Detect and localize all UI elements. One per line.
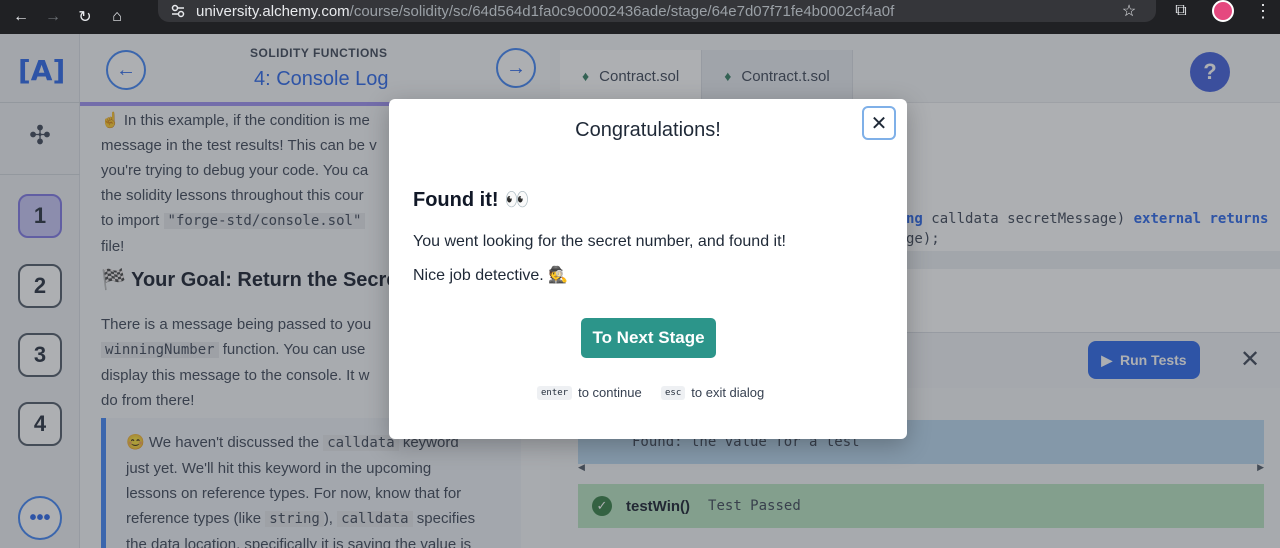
reload-icon[interactable]: ↻ — [74, 6, 96, 28]
forward-arrow-icon[interactable]: → — [42, 6, 64, 28]
back-arrow-icon[interactable]: ← — [10, 6, 32, 28]
dialog-title: Congratulations! — [575, 119, 721, 141]
hint-text: to exit dialog — [691, 385, 765, 400]
close-dialog-button[interactable]: ✕ — [862, 106, 896, 140]
esc-key: esc — [661, 385, 686, 400]
eyes-emoji: 👀 — [504, 187, 530, 211]
dialog-message-text: Nice job detective. — [413, 267, 544, 284]
url-host: university.alchemy.com — [196, 2, 350, 20]
home-icon[interactable]: ⌂ — [106, 6, 128, 28]
kebab-menu-icon[interactable]: ⋮ — [1252, 0, 1274, 22]
detective-emoji: 🕵 — [548, 267, 569, 284]
close-icon: ✕ — [870, 112, 888, 135]
site-settings-icon[interactable] — [170, 3, 186, 19]
address-bar[interactable]: university.alchemy.com/course/solidity/s… — [158, 0, 1156, 22]
extensions-icon[interactable]: ⧉ — [1170, 0, 1192, 22]
esc-hint: esc to exit dialog — [661, 385, 764, 400]
next-stage-button[interactable]: To Next Stage — [581, 318, 716, 358]
enter-key: enter — [537, 385, 573, 400]
profile-avatar[interactable] — [1212, 0, 1234, 22]
dialog-heading-text: Found it! — [413, 189, 499, 211]
congratulations-dialog: Congratulations! ✕ Found it! 👀 You went l… — [389, 99, 907, 439]
dialog-heading: Found it! 👀 — [413, 187, 529, 212]
browser-toolbar: ← → ↻ ⌂ university.alchemy.com/course/so… — [0, 0, 1280, 34]
dialog-message: You went looking for the secret number, … — [413, 233, 786, 250]
url-path: /course/solidity/sc/64d564d1fa0c9c000243… — [349, 2, 895, 20]
enter-hint: enter to continue — [537, 385, 642, 400]
dialog-message: Nice job detective. 🕵 — [413, 265, 568, 285]
hint-text: to continue — [578, 385, 642, 400]
bookmark-star-icon[interactable]: ☆ — [1118, 0, 1140, 22]
